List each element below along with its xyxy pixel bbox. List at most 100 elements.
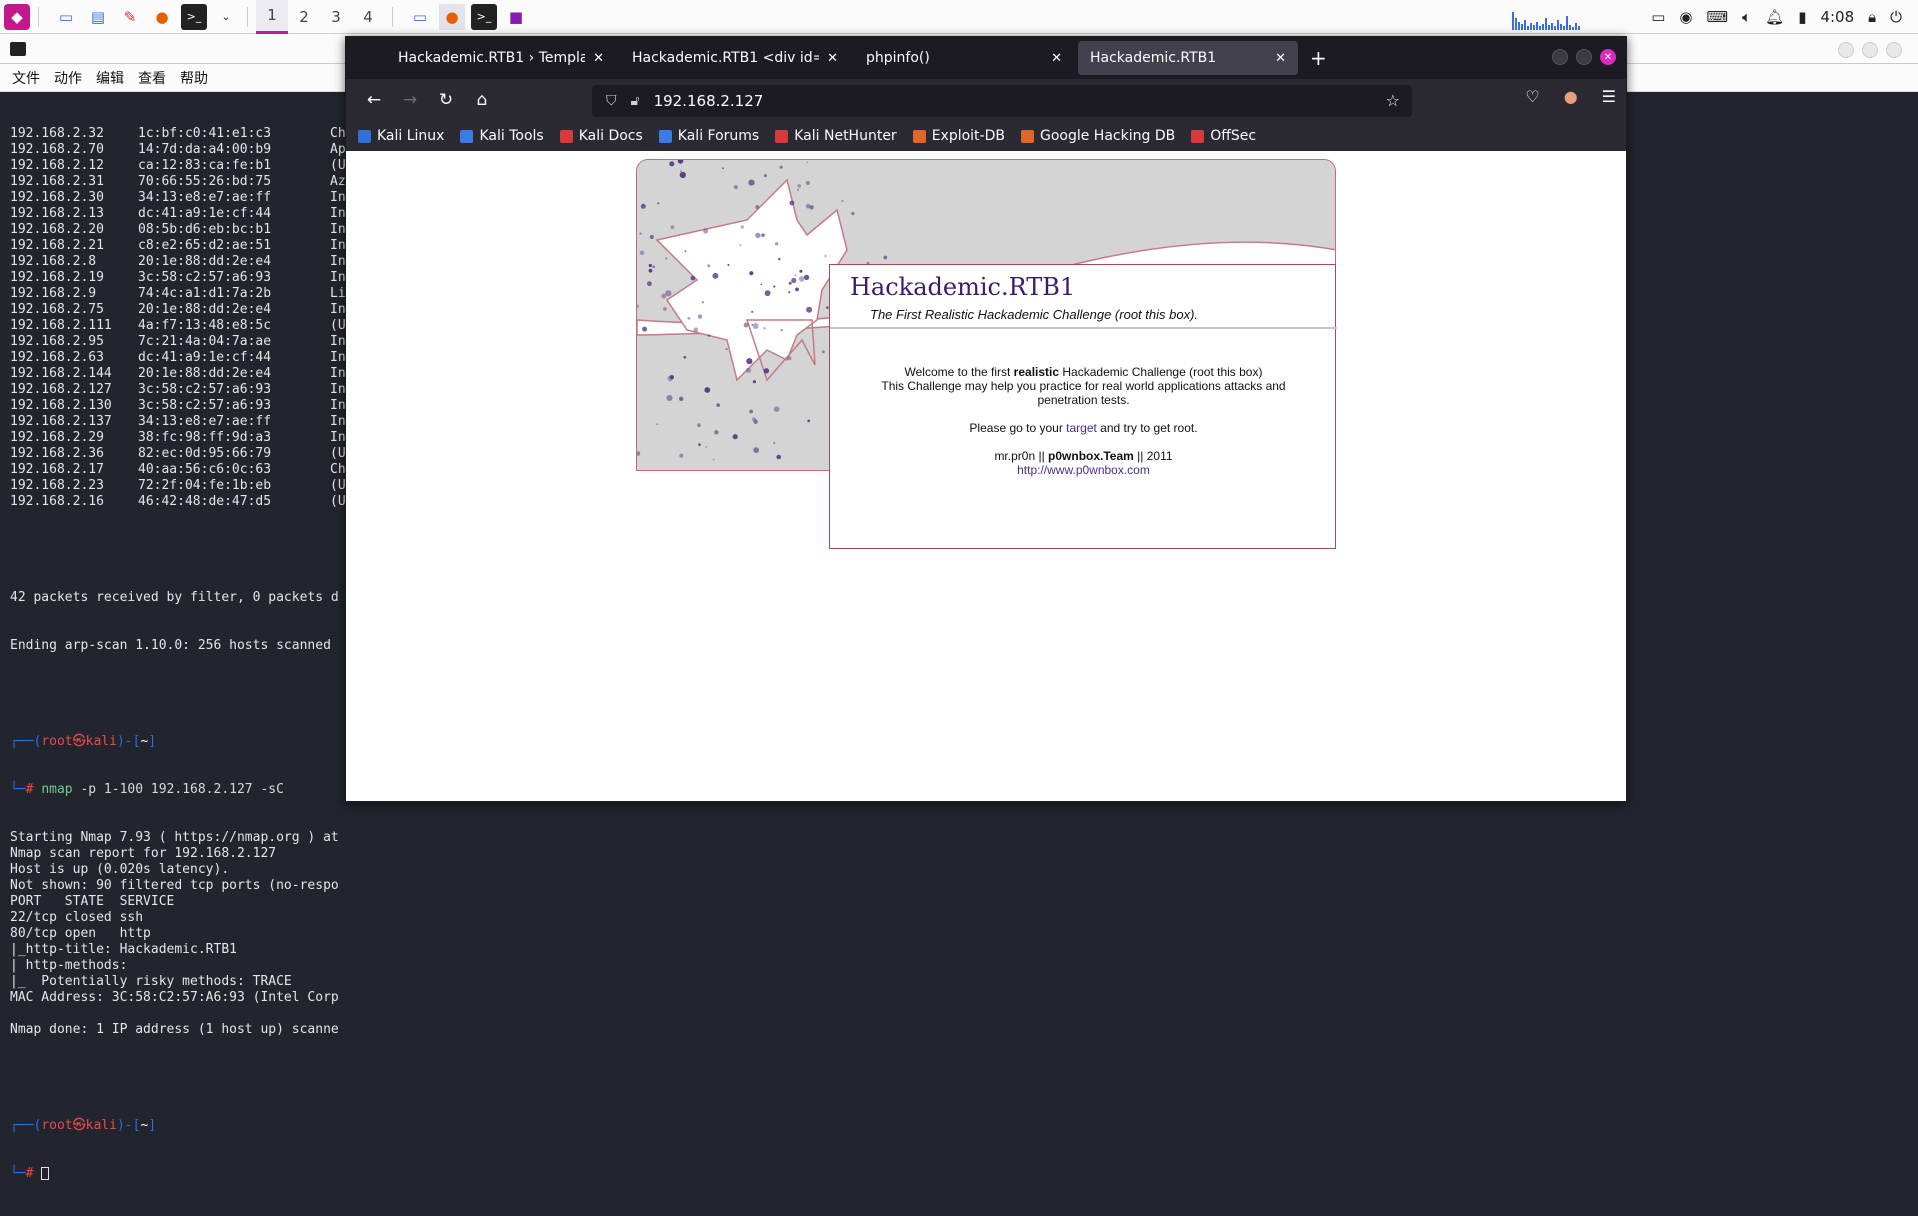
arp-mac: 14:7d:da:a4:00:b9 xyxy=(138,142,272,157)
star-dot xyxy=(679,453,684,458)
menu-file[interactable]: 文件 xyxy=(12,68,40,88)
star-dot xyxy=(773,406,780,412)
arp-ip: 192.168.2.144 xyxy=(10,366,112,381)
back-button[interactable]: ← xyxy=(356,84,392,116)
extension-icon[interactable]: ● xyxy=(1564,87,1578,106)
pocket-icon[interactable]: ♡ xyxy=(1525,87,1539,106)
workspace-1[interactable]: 1 xyxy=(256,0,288,34)
close-icon[interactable]: ✕ xyxy=(827,51,838,66)
chevron-down-icon[interactable]: ⌄ xyxy=(213,4,239,30)
star-dot xyxy=(647,281,652,287)
close-icon[interactable]: ✕ xyxy=(1051,51,1062,66)
bookmark-kali-linux[interactable]: Kali Linux xyxy=(358,128,444,144)
close-icon[interactable]: ✕ xyxy=(593,51,604,66)
monitor-icon[interactable]: ▭ xyxy=(1651,8,1665,26)
bookmark-star-icon[interactable]: ☆ xyxy=(1386,91,1400,110)
show-desktop-icon[interactable]: ▭ xyxy=(53,4,79,30)
eye-icon[interactable]: ◉ xyxy=(1679,8,1692,26)
target-link[interactable]: target xyxy=(1066,421,1097,435)
insecure-lock-icon[interactable]: 🔓︎ xyxy=(631,93,640,109)
tab-phpinfo[interactable]: phpinfo() ✕ xyxy=(854,41,1074,75)
bookmark-kali-docs[interactable]: Kali Docs xyxy=(559,128,643,144)
menu-icon[interactable]: ☰ xyxy=(1602,87,1616,106)
reload-button[interactable]: ↻ xyxy=(428,84,464,116)
file-manager-icon[interactable]: ▤ xyxy=(85,4,111,30)
battery-icon[interactable]: ▮ xyxy=(1798,8,1806,26)
menu-help[interactable]: 帮助 xyxy=(180,68,208,88)
bookmark-kali-nethunter[interactable]: Kali NetHunter xyxy=(775,128,897,144)
terminal-icon[interactable]: >_ xyxy=(181,3,207,30)
new-tab-button[interactable]: + xyxy=(1310,46,1327,70)
window-terminal-icon[interactable]: >_ xyxy=(471,3,497,30)
url-text[interactable]: 192.168.2.127 xyxy=(654,92,764,110)
star-dot xyxy=(649,235,654,239)
workspace-2[interactable]: 2 xyxy=(288,0,320,34)
star-dot xyxy=(712,272,719,279)
arp-mac: 20:1e:88:dd:2e:e4 xyxy=(138,366,272,381)
prompt-user: root xyxy=(41,734,73,749)
lock-icon[interactable]: 🔒︎ xyxy=(1868,8,1876,26)
window-folder-icon[interactable]: ■ xyxy=(503,4,529,30)
arp-mac: 72:2f:04:fe:1b:eb xyxy=(138,478,272,493)
bookmark-label: Kali Docs xyxy=(578,128,643,144)
kali-menu-icon[interactable]: ◆ xyxy=(4,3,30,30)
star-dot xyxy=(652,265,656,269)
bell-icon[interactable]: 🔔︎ xyxy=(1765,8,1784,26)
workspace-4[interactable]: 4 xyxy=(352,0,384,34)
close-button[interactable] xyxy=(1886,42,1902,58)
shield-icon[interactable]: ⛉ xyxy=(606,93,617,109)
bookmark-offsec[interactable]: OffSec xyxy=(1191,128,1256,144)
menu-edit[interactable]: 编辑 xyxy=(96,68,124,88)
star-dot xyxy=(690,275,696,281)
bookmark-kali-tools[interactable]: Kali Tools xyxy=(460,128,544,144)
minimize-button[interactable] xyxy=(1838,42,1854,58)
arp-vendor: In xyxy=(330,206,346,221)
arp-ip: 192.168.2.137 xyxy=(10,414,112,429)
close-button[interactable]: ✕ xyxy=(1600,49,1616,65)
star-dot xyxy=(693,327,699,332)
star-dot xyxy=(805,181,810,185)
firefox-icon[interactable]: ● xyxy=(149,4,175,30)
star-dot xyxy=(797,184,801,188)
star-dot xyxy=(697,314,703,319)
p0wnbox-link[interactable]: http://www.p0wnbox.com xyxy=(1017,463,1150,477)
star-dot xyxy=(665,257,668,260)
keyboard-icon[interactable]: ⌨ xyxy=(1706,8,1728,26)
text-editor-icon[interactable]: ✎ xyxy=(117,4,143,30)
forward-button[interactable]: → xyxy=(392,84,428,116)
window-firefox-icon[interactable]: ● xyxy=(439,3,465,30)
arp-ip: 192.168.2.29 xyxy=(10,430,104,445)
clock[interactable]: 4:08 xyxy=(1820,8,1854,26)
bookmark-google-hacking-db[interactable]: Google Hacking DB xyxy=(1020,128,1175,144)
arp-vendor: In xyxy=(330,414,346,429)
power-icon[interactable]: ⏻ xyxy=(1890,8,1902,26)
tab-div-error[interactable]: Hackademic.RTB1 <div id='er ✕ xyxy=(620,41,850,75)
maximize-button[interactable] xyxy=(1576,49,1592,65)
star-dot xyxy=(806,161,808,164)
bookmark-favicon-icon xyxy=(775,129,789,143)
maximize-button[interactable] xyxy=(1862,42,1878,58)
minimize-button[interactable] xyxy=(1552,49,1568,65)
arp-mac: 34:13:e8:e7:ae:ff xyxy=(138,190,272,205)
workspace-3[interactable]: 3 xyxy=(320,0,352,34)
bookmark-kali-forums[interactable]: Kali Forums xyxy=(658,128,759,144)
star-dot xyxy=(788,281,792,285)
star-dot xyxy=(789,200,795,206)
tab-template[interactable]: Hackademic.RTB1 › Template ✕ xyxy=(386,41,616,75)
volume-icon[interactable]: 🔈︎ xyxy=(1742,8,1751,26)
menu-view[interactable]: 查看 xyxy=(138,68,166,88)
arp-ip: 192.168.2.9 xyxy=(10,286,97,301)
bookmark-exploit-db[interactable]: Exploit-DB xyxy=(912,128,1005,144)
bookmark-favicon-icon xyxy=(460,129,474,143)
close-icon[interactable]: ✕ xyxy=(1275,51,1286,66)
home-button[interactable]: ⌂ xyxy=(464,84,500,116)
star-dot xyxy=(804,274,810,280)
menu-action[interactable]: 动作 xyxy=(54,68,82,88)
nmap-output-line xyxy=(10,1006,1908,1022)
arp-mac: 3c:58:c2:57:a6:93 xyxy=(138,270,272,285)
star-dot xyxy=(705,446,708,448)
tab-hackademic[interactable]: Hackademic.RTB1 ✕ xyxy=(1078,41,1298,75)
window-file-manager-icon[interactable]: ▭ xyxy=(407,4,433,30)
arp-vendor: Ch xyxy=(330,462,346,477)
url-bar[interactable]: ⛉ 🔓︎ 192.168.2.127 ☆ xyxy=(592,85,1412,117)
